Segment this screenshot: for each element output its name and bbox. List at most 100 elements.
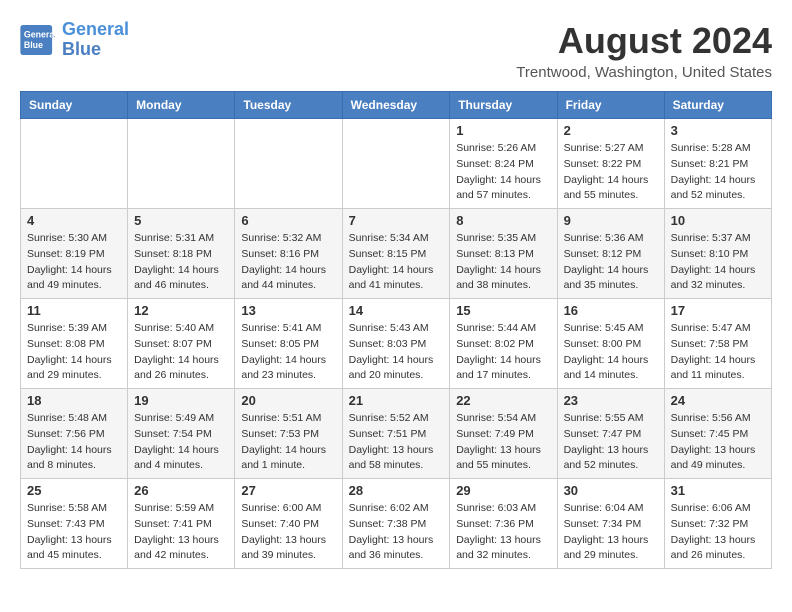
day-number: 17: [671, 303, 765, 318]
day-number: 25: [27, 483, 121, 498]
calendar-cell: 20 Sunrise: 5:51 AM Sunset: 7:53 PM Dayli…: [235, 389, 342, 479]
day-info: Sunrise: 5:39 AM Sunset: 8:08 PM Dayligh…: [27, 321, 121, 384]
calendar-cell: 5Sunrise: 5:31 AM Sunset: 8:18 PM Daylig…: [128, 209, 235, 299]
calendar-cell: 23Sunrise: 5:55 AM Sunset: 7:47 PM Dayli…: [557, 389, 664, 479]
day-info: Sunrise: 5:40 AM Sunset: 8:07 PM Dayligh…: [134, 321, 228, 384]
calendar-cell: 13Sunrise: 5:41 AM Sunset: 8:05 PM Dayli…: [235, 299, 342, 389]
calendar-cell: [128, 119, 235, 209]
day-info: Sunrise: 5:34 AM Sunset: 8:15 PM Dayligh…: [349, 231, 444, 294]
day-info: Sunrise: 5:54 AM Sunset: 7:49 PM Dayligh…: [456, 411, 550, 474]
calendar-cell: 26 Sunrise: 5:59 AM Sunset: 7:41 PM Dayli…: [128, 479, 235, 569]
day-number: 28: [349, 483, 444, 498]
day-info: Sunrise: 5:30 AM Sunset: 8:19 PM Dayligh…: [27, 231, 121, 294]
day-info: Sunrise: 5:45 AM Sunset: 8:00 PM Dayligh…: [564, 321, 658, 384]
calendar-week-row: 25 Sunrise: 5:58 AM Sunset: 7:43 PM Dayli…: [21, 479, 772, 569]
logo: General Blue GeneralBlue: [20, 20, 129, 60]
calendar-cell: 6Sunrise: 5:32 AM Sunset: 8:16 PM Daylig…: [235, 209, 342, 299]
header-day: Sunday: [21, 92, 128, 119]
calendar-cell: 22 Sunrise: 5:54 AM Sunset: 7:49 PM Dayli…: [450, 389, 557, 479]
day-number: 4: [27, 213, 121, 228]
day-number: 30: [564, 483, 658, 498]
calendar-cell: 16 Sunrise: 5:45 AM Sunset: 8:00 PM Dayli…: [557, 299, 664, 389]
day-info: Sunrise: 5:51 AM Sunset: 7:53 PM Dayligh…: [241, 411, 335, 474]
calendar-cell: 19Sunrise: 5:49 AM Sunset: 7:54 PM Dayli…: [128, 389, 235, 479]
calendar-cell: 15 Sunrise: 5:44 AM Sunset: 8:02 PM Dayli…: [450, 299, 557, 389]
calendar-cell: 11 Sunrise: 5:39 AM Sunset: 8:08 PM Dayli…: [21, 299, 128, 389]
calendar-cell: [21, 119, 128, 209]
day-number: 10: [671, 213, 765, 228]
day-info: Sunrise: 5:52 AM Sunset: 7:51 PM Dayligh…: [349, 411, 444, 474]
calendar-cell: 14 Sunrise: 5:43 AM Sunset: 8:03 PM Dayli…: [342, 299, 450, 389]
day-number: 5: [134, 213, 228, 228]
calendar-cell: 30Sunrise: 6:04 AM Sunset: 7:34 PM Dayli…: [557, 479, 664, 569]
calendar-cell: 1 Sunrise: 5:26 AM Sunset: 8:24 PM Daylig…: [450, 119, 557, 209]
header-day: Friday: [557, 92, 664, 119]
day-number: 26: [134, 483, 228, 498]
day-info: Sunrise: 5:35 AM Sunset: 8:13 PM Dayligh…: [456, 231, 550, 294]
day-info: Sunrise: 5:44 AM Sunset: 8:02 PM Dayligh…: [456, 321, 550, 384]
calendar-cell: 27Sunrise: 6:00 AM Sunset: 7:40 PM Dayli…: [235, 479, 342, 569]
day-number: 6: [241, 213, 335, 228]
day-info: Sunrise: 5:26 AM Sunset: 8:24 PM Dayligh…: [456, 141, 550, 204]
calendar-header: SundayMondayTuesdayWednesdayThursdayFrid…: [21, 92, 772, 119]
day-number: 11: [27, 303, 121, 318]
day-info: Sunrise: 5:28 AM Sunset: 8:21 PM Dayligh…: [671, 141, 765, 204]
header-day: Tuesday: [235, 92, 342, 119]
calendar-week-row: 11 Sunrise: 5:39 AM Sunset: 8:08 PM Dayli…: [21, 299, 772, 389]
calendar-cell: 2Sunrise: 5:27 AM Sunset: 8:22 PM Daylig…: [557, 119, 664, 209]
day-number: 9: [564, 213, 658, 228]
header-day: Saturday: [664, 92, 771, 119]
day-number: 3: [671, 123, 765, 138]
page-header: General Blue GeneralBlue August 2024 Tre…: [20, 20, 772, 81]
calendar-cell: 21Sunrise: 5:52 AM Sunset: 7:51 PM Dayli…: [342, 389, 450, 479]
day-number: 20: [241, 393, 335, 408]
calendar-week-row: 18Sunrise: 5:48 AM Sunset: 7:56 PM Dayli…: [21, 389, 772, 479]
header-day: Thursday: [450, 92, 557, 119]
day-number: 14: [349, 303, 444, 318]
day-info: Sunrise: 5:37 AM Sunset: 8:10 PM Dayligh…: [671, 231, 765, 294]
svg-text:Blue: Blue: [24, 40, 43, 50]
calendar-table: SundayMondayTuesdayWednesdayThursdayFrid…: [20, 91, 772, 569]
logo-text: GeneralBlue: [62, 20, 129, 60]
calendar-week-row: 4 Sunrise: 5:30 AM Sunset: 8:19 PM Daylig…: [21, 209, 772, 299]
calendar-title: August 2024: [516, 20, 772, 62]
calendar-cell: 17Sunrise: 5:47 AM Sunset: 7:58 PM Dayli…: [664, 299, 771, 389]
header-day: Wednesday: [342, 92, 450, 119]
calendar-body: 1 Sunrise: 5:26 AM Sunset: 8:24 PM Daylig…: [21, 119, 772, 569]
svg-text:General: General: [24, 29, 56, 39]
calendar-cell: 4 Sunrise: 5:30 AM Sunset: 8:19 PM Daylig…: [21, 209, 128, 299]
calendar-cell: 25 Sunrise: 5:58 AM Sunset: 7:43 PM Dayli…: [21, 479, 128, 569]
calendar-cell: 29 Sunrise: 6:03 AM Sunset: 7:36 PM Dayli…: [450, 479, 557, 569]
day-number: 31: [671, 483, 765, 498]
day-number: 7: [349, 213, 444, 228]
day-info: Sunrise: 6:02 AM Sunset: 7:38 PM Dayligh…: [349, 501, 444, 564]
calendar-cell: [342, 119, 450, 209]
day-number: 29: [456, 483, 550, 498]
day-info: Sunrise: 5:59 AM Sunset: 7:41 PM Dayligh…: [134, 501, 228, 564]
calendar-cell: 12 Sunrise: 5:40 AM Sunset: 8:07 PM Dayli…: [128, 299, 235, 389]
day-number: 12: [134, 303, 228, 318]
calendar-cell: 24Sunrise: 5:56 AM Sunset: 7:45 PM Dayli…: [664, 389, 771, 479]
calendar-cell: 18Sunrise: 5:48 AM Sunset: 7:56 PM Dayli…: [21, 389, 128, 479]
day-number: 16: [564, 303, 658, 318]
day-number: 18: [27, 393, 121, 408]
calendar-cell: 10 Sunrise: 5:37 AM Sunset: 8:10 PM Dayli…: [664, 209, 771, 299]
day-info: Sunrise: 6:03 AM Sunset: 7:36 PM Dayligh…: [456, 501, 550, 564]
calendar-cell: 28 Sunrise: 6:02 AM Sunset: 7:38 PM Dayli…: [342, 479, 450, 569]
day-info: Sunrise: 5:27 AM Sunset: 8:22 PM Dayligh…: [564, 141, 658, 204]
day-number: 15: [456, 303, 550, 318]
logo-icon: General Blue: [20, 25, 56, 55]
day-info: Sunrise: 5:43 AM Sunset: 8:03 PM Dayligh…: [349, 321, 444, 384]
day-number: 13: [241, 303, 335, 318]
calendar-cell: 7 Sunrise: 5:34 AM Sunset: 8:15 PM Daylig…: [342, 209, 450, 299]
day-number: 8: [456, 213, 550, 228]
calendar-cell: 8 Sunrise: 5:35 AM Sunset: 8:13 PM Daylig…: [450, 209, 557, 299]
day-info: Sunrise: 6:00 AM Sunset: 7:40 PM Dayligh…: [241, 501, 335, 564]
calendar-cell: 3 Sunrise: 5:28 AM Sunset: 8:21 PM Daylig…: [664, 119, 771, 209]
day-number: 22: [456, 393, 550, 408]
day-info: Sunrise: 5:58 AM Sunset: 7:43 PM Dayligh…: [27, 501, 121, 564]
day-number: 19: [134, 393, 228, 408]
day-info: Sunrise: 5:36 AM Sunset: 8:12 PM Dayligh…: [564, 231, 658, 294]
day-number: 1: [456, 123, 550, 138]
day-number: 24: [671, 393, 765, 408]
